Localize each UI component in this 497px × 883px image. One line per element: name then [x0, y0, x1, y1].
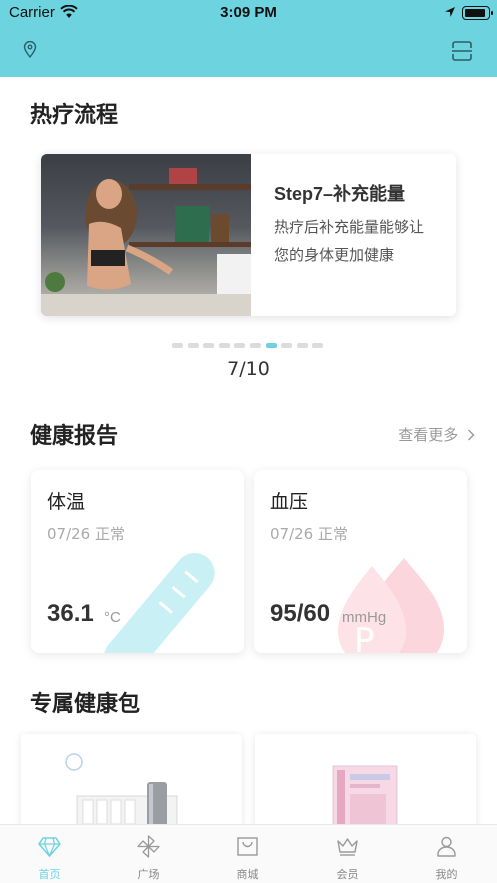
carousel-pagination-dots[interactable] — [172, 343, 324, 348]
carousel-dot[interactable] — [312, 343, 324, 348]
carousel-dot[interactable] — [296, 343, 308, 348]
therapy-step-card[interactable]: Step7–补充能量 热疗后补充能量能够让 您的身体更加健康 — [41, 154, 456, 316]
see-more-link[interactable]: 查看更多 — [398, 424, 475, 445]
package-card[interactable] — [21, 734, 242, 829]
see-more-label: 查看更多 — [398, 426, 459, 444]
diamond-icon — [38, 837, 61, 858]
tab-mine[interactable]: 我的 — [397, 825, 496, 883]
pinwheel-icon — [137, 835, 160, 858]
blood-pressure-value: 95/60 — [270, 600, 331, 627]
location-arrow-icon — [445, 7, 455, 17]
package-image — [65, 753, 178, 829]
blood-pressure-date: 07/26 正常 — [270, 525, 348, 543]
packages-title: 专属健康包 — [30, 692, 141, 717]
carousel-dot[interactable] — [234, 343, 246, 348]
therapy-section-title: 热疗流程 — [30, 103, 119, 128]
therapy-step-desc-line1: 热疗后补充能量能够让 — [274, 218, 425, 236]
carousel-dot[interactable] — [172, 343, 183, 348]
tab-mall[interactable]: 商城 — [198, 825, 297, 883]
package-card[interactable] — [255, 734, 476, 829]
blood-pressure-card[interactable]: P 血压 07/26 正常 95/60 mmHg — [254, 470, 467, 653]
tab-mall-label: 商城 — [236, 868, 259, 881]
status-bar: Carrier 3:09 PM — [0, 0, 497, 28]
carousel-dot[interactable] — [249, 343, 261, 348]
tab-home[interactable]: 首页 — [0, 825, 99, 883]
tab-mine-label: 我的 — [435, 868, 458, 881]
carousel-dot[interactable] — [187, 343, 199, 348]
tab-home-label: 首页 — [38, 868, 61, 881]
temperature-label: 体温 — [47, 491, 86, 513]
therapy-step-title: Step7–补充能量 — [274, 184, 406, 204]
battery-icon — [462, 6, 493, 20]
package-image — [332, 765, 398, 829]
temperature-unit: °C — [104, 609, 121, 626]
status-time: 3:09 PM — [220, 4, 277, 21]
chevron-right-icon — [468, 429, 475, 441]
blood-pressure-unit: mmHg — [342, 609, 387, 626]
tab-member[interactable]: 会员 — [298, 825, 397, 883]
carousel-dot[interactable] — [265, 343, 277, 348]
health-report-title: 健康报告 — [30, 424, 119, 449]
tab-member-label: 会员 — [336, 868, 359, 881]
therapy-step-photo — [41, 154, 251, 316]
carousel-counter: 7/10 — [227, 358, 270, 380]
bottom-tab-bar: 首页 广场 商城 会员 我的 — [0, 824, 497, 883]
carousel-dot[interactable] — [218, 343, 230, 348]
crown-icon — [337, 838, 358, 856]
temperature-date: 07/26 正常 — [47, 525, 125, 543]
user-icon — [437, 836, 456, 857]
top-bar: Carrier 3:09 PM — [0, 0, 497, 77]
carousel-dot[interactable] — [281, 343, 293, 348]
shopping-bag-icon — [237, 837, 258, 856]
tab-plaza-label: 广场 — [137, 868, 160, 881]
scan-icon[interactable] — [450, 39, 474, 63]
temperature-value: 36.1 — [47, 600, 94, 627]
tab-plaza[interactable]: 广场 — [99, 825, 198, 883]
carousel-dot[interactable] — [203, 343, 215, 348]
temperature-card[interactable]: 体温 07/26 正常 36.1 °C — [31, 470, 244, 653]
blood-pressure-label: 血压 — [270, 491, 309, 513]
therapy-step-desc-line2: 您的身体更加健康 — [274, 246, 395, 264]
location-pin-icon[interactable] — [22, 41, 38, 59]
